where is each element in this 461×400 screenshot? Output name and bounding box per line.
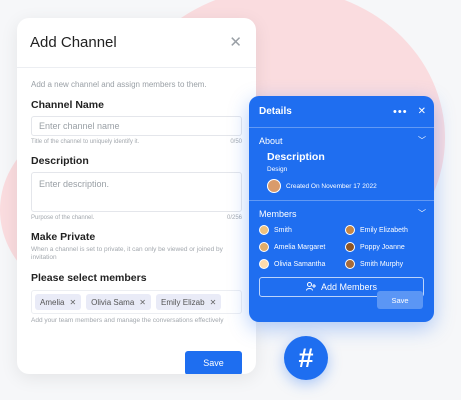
member-chip-label: Olivia Sama [91, 297, 135, 307]
close-icon[interactable]: ✕ [418, 106, 426, 117]
channel-name-hint: Title of the channel to uniquely identif… [31, 139, 140, 145]
details-title: Details [259, 106, 292, 117]
member-chip: Amelia ✕ [35, 294, 82, 311]
avatar [345, 259, 355, 269]
add-members-label: Add Members [320, 282, 378, 292]
add-user-icon [305, 281, 316, 293]
members-select-input[interactable]: Amelia ✕ Olivia Sama ✕ Emily Elizab ✕ [31, 290, 242, 315]
member-item[interactable]: Olivia Samantha [259, 259, 345, 269]
close-icon[interactable]: ✕ [229, 35, 242, 50]
about-label: About [259, 135, 283, 146]
member-name: Emily Elizabeth [360, 226, 408, 234]
avatar [259, 225, 269, 235]
make-private-description: When a channel is set to private, it can… [31, 246, 223, 262]
member-item[interactable]: Smith Murphy [345, 259, 425, 269]
member-chip-label: Amelia [40, 297, 65, 307]
channel-name-label: Channel Name [31, 99, 104, 111]
more-options-icon[interactable]: ••• [393, 106, 408, 118]
members-list: Smith Emily Elizabeth Amelia Margaret Po… [249, 219, 434, 269]
avatar [345, 225, 355, 235]
divider [249, 200, 434, 201]
make-private-label[interactable]: Make Private [31, 231, 242, 243]
dialog-title: Add Channel [30, 34, 117, 51]
details-save-button[interactable]: Save [377, 291, 423, 309]
description-hint: Purpose of the channel. [31, 215, 95, 221]
description-input[interactable]: Enter description. [31, 172, 242, 212]
remove-chip-icon[interactable]: ✕ [139, 298, 146, 307]
avatar [267, 179, 281, 193]
members-hint: Add your team members and manage the con… [31, 317, 224, 325]
details-panel: Details ••• ✕ About ﹀ Description Design… [249, 96, 434, 322]
member-name: Amelia Margaret [274, 243, 326, 251]
member-chip: Olivia Sama ✕ [86, 294, 151, 311]
members-section-header[interactable]: Members ﹀ [249, 208, 434, 219]
about-content: Description Design Created On November 1… [249, 151, 434, 193]
created-date: Created On November 17 2022 [286, 182, 377, 190]
channel-name-count: 0/50 [230, 139, 242, 145]
hash-icon: # [284, 336, 328, 380]
member-chip-label: Emily Elizab [160, 297, 205, 307]
members-select-label: Please select members [31, 272, 147, 285]
member-name: Olivia Samantha [274, 260, 326, 268]
member-name: Poppy Joanne [360, 243, 405, 251]
remove-chip-icon[interactable]: ✕ [69, 298, 76, 307]
avatar [345, 242, 355, 252]
about-section-header[interactable]: About ﹀ [249, 135, 434, 146]
channel-name-input[interactable]: Enter channel name [31, 116, 242, 136]
about-subtitle: Design [267, 166, 288, 173]
member-name: Smith [274, 226, 292, 234]
members-label: Members [259, 208, 297, 219]
about-title: Description [267, 151, 325, 163]
avatar [259, 259, 269, 269]
dialog-intro: Add a new channel and assign members to … [31, 80, 207, 89]
chevron-down-icon[interactable]: ﹀ [418, 208, 426, 219]
remove-chip-icon[interactable]: ✕ [210, 298, 217, 307]
member-item[interactable]: Amelia Margaret [259, 242, 345, 252]
description-label: Description [31, 155, 89, 167]
description-count: 0/256 [226, 215, 242, 221]
member-item[interactable]: Emily Elizabeth [345, 225, 425, 235]
member-name: Smith Murphy [360, 260, 404, 268]
chevron-down-icon[interactable]: ﹀ [418, 135, 426, 146]
member-chip: Emily Elizab ✕ [155, 294, 222, 311]
add-channel-dialog: Add Channel ✕ Add a new channel and assi… [17, 18, 256, 374]
member-item[interactable]: Smith [259, 225, 345, 235]
description-placeholder: Enter description. [39, 179, 110, 189]
save-button[interactable]: Save [185, 351, 242, 374]
avatar [259, 242, 269, 252]
member-item[interactable]: Poppy Joanne [345, 242, 425, 252]
channel-name-placeholder: Enter channel name [39, 121, 120, 131]
dialog-header: Add Channel ✕ [17, 18, 256, 68]
details-header: Details ••• ✕ [249, 96, 434, 128]
